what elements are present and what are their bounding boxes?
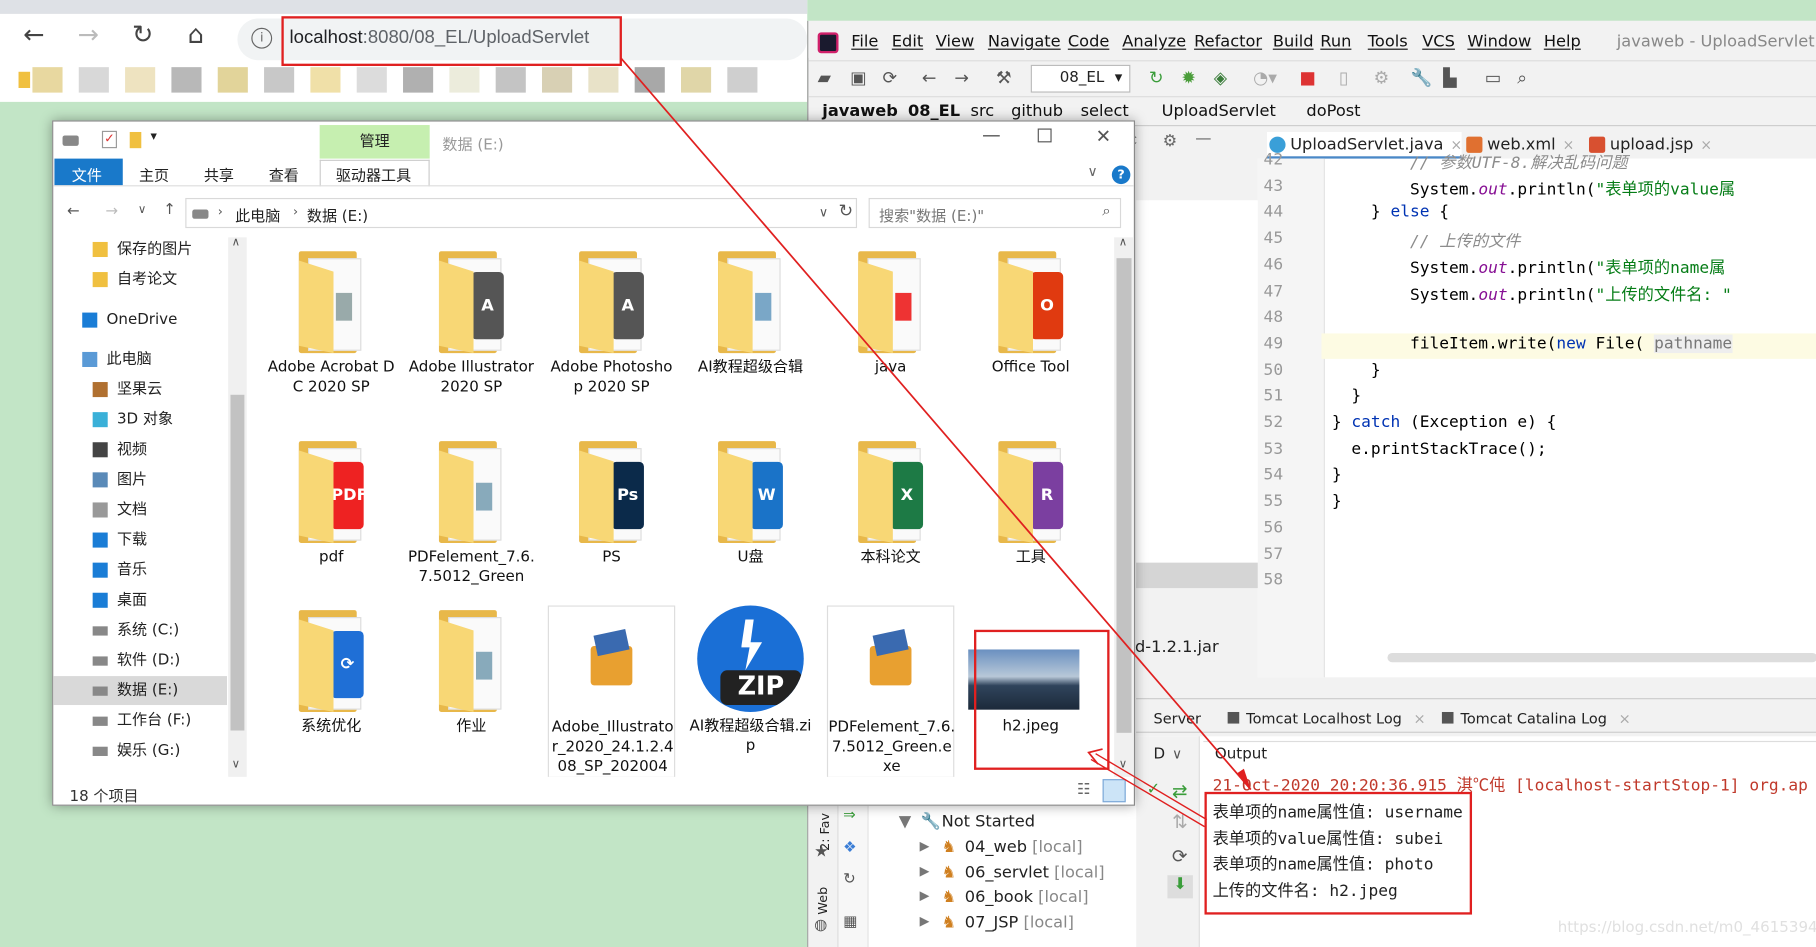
ribbon-tab[interactable]: 共享 [204,163,234,185]
watermark: https://blog.csdn.net/m0_46153949 [1557,919,1816,937]
screen: ← → ↻ ⌂ i localhost:8080/08_EL/UploadSer… [0,0,1816,947]
arrow-file-to-output-2 [1090,758,1205,828]
ribbon-tab[interactable]: 文件 [72,163,102,185]
arrow-file-to-output [1095,753,1208,821]
arrowhead [1236,768,1251,790]
arrow-url-to-log [620,57,1252,791]
ribbon-tab[interactable]: 驱动器工具 [336,163,411,185]
annotation-arrows [620,57,1252,828]
ribbon-tab[interactable]: 主页 [139,163,169,185]
ribbon-tab[interactable]: 查看 [269,163,299,185]
